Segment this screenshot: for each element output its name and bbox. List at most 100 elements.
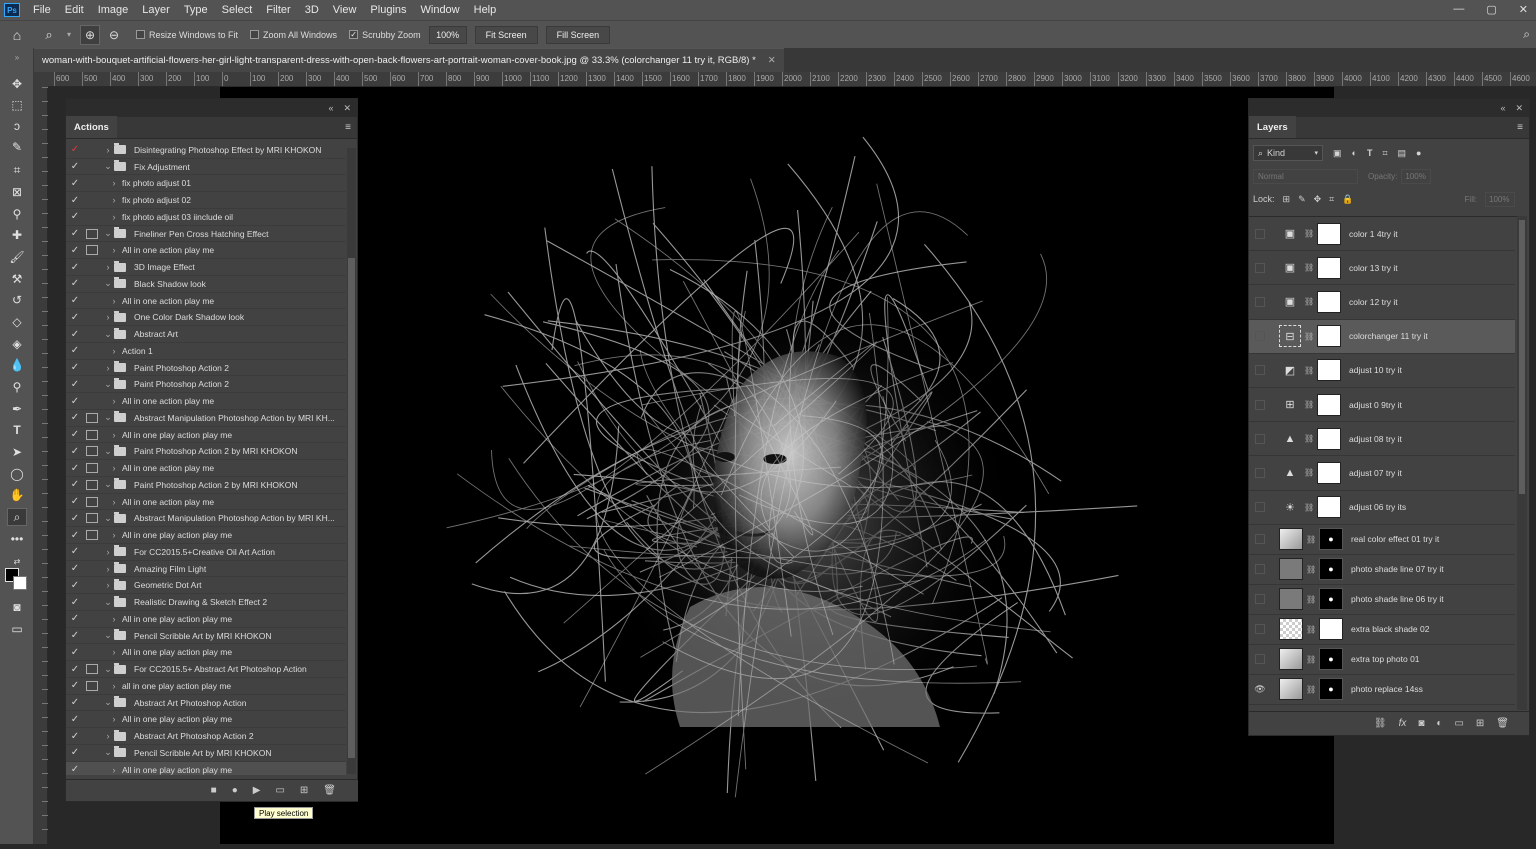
link-layers-icon[interactable]: ⛓ [1374, 718, 1387, 729]
lock-position-icon[interactable]: ✥ [1314, 194, 1322, 205]
more-tools-icon[interactable]: ••• [7, 530, 27, 548]
action-row[interactable]: ✓ › All in one action play me [66, 460, 346, 477]
mask-link-icon[interactable]: ⛓ [1304, 366, 1314, 375]
brightness-icon[interactable]: ☀ [1279, 496, 1301, 518]
action-toggle-check-icon[interactable]: ✓ [68, 714, 82, 725]
chevron-right-icon[interactable]: › [102, 262, 114, 272]
dialog-toggle-icon[interactable] [86, 479, 98, 490]
layer-mask-thumbnail[interactable] [1317, 359, 1341, 382]
new-action-icon[interactable]: ⊞ [300, 785, 308, 796]
action-set-row[interactable]: ✓ ⌄ Paint Photoshop Action 2 by MRI KHOKON [66, 444, 346, 461]
chevron-down-icon[interactable]: ⌄ [102, 747, 114, 758]
layer-mask-thumbnail[interactable] [1319, 618, 1343, 641]
menu-image[interactable]: Image [91, 4, 136, 16]
chevron-right-icon[interactable]: › [108, 346, 120, 356]
layer-name[interactable]: color 12 try it [1349, 297, 1398, 307]
layer-row[interactable]: ☀ ⛓ adjust 06 try its [1249, 491, 1515, 525]
chevron-down-icon[interactable]: ⌄ [102, 630, 114, 641]
action-set-row[interactable]: ✓ ⌄ Black Shadow look [66, 276, 346, 293]
action-toggle-check-icon[interactable]: ✓ [68, 379, 82, 390]
zoom-all-box[interactable] [250, 30, 260, 39]
dialog-toggle-icon[interactable] [86, 530, 98, 541]
zoom-all-checkbox[interactable]: Zoom All Windows [250, 30, 337, 40]
layer-name[interactable]: colorchanger 11 try it [1349, 331, 1428, 341]
action-toggle-check-icon[interactable]: ✓ [68, 446, 82, 457]
layers-close-icon[interactable]: ✕ [1515, 103, 1523, 114]
action-toggle-check-icon[interactable]: ✓ [68, 496, 82, 507]
quick-mask-icon[interactable]: ◙ [7, 598, 27, 616]
layer-name[interactable]: adjust 07 try it [1349, 468, 1402, 478]
action-toggle-check-icon[interactable]: ✓ [68, 312, 82, 323]
chevron-down-icon[interactable]: ⌄ [102, 161, 114, 172]
layer-name[interactable]: extra black shade 02 [1351, 624, 1429, 634]
new-adjustment-icon[interactable]: ◐ [1436, 718, 1442, 729]
action-set-row[interactable]: ✓ ⌄ Realistic Drawing & Sketch Effect 2 [66, 594, 346, 611]
action-row[interactable]: ✓ › fix photo adjust 01 [66, 176, 346, 193]
mask-link-icon[interactable]: ⛓ [1306, 595, 1316, 604]
dialog-toggle-icon[interactable] [86, 731, 98, 741]
action-toggle-check-icon[interactable]: ✓ [68, 245, 82, 256]
layer-name[interactable]: real color effect 01 try it [1351, 534, 1439, 544]
mask-link-icon[interactable]: ⛓ [1304, 400, 1314, 409]
layer-name[interactable]: photo replace 14ss [1351, 684, 1423, 694]
chevron-right-icon[interactable]: › [108, 430, 120, 440]
dialog-toggle-icon[interactable] [86, 145, 98, 155]
menu-file[interactable]: File [26, 4, 58, 16]
dialog-toggle-icon[interactable] [86, 631, 98, 641]
layer-mask-thumbnail[interactable] [1317, 325, 1341, 348]
action-toggle-check-icon[interactable]: ✓ [68, 412, 82, 423]
filter-pixel-icon[interactable]: ▣ [1333, 148, 1342, 159]
menu-filter[interactable]: Filter [259, 4, 297, 16]
layer-name[interactable]: photo shade line 06 try it [1351, 594, 1444, 604]
action-toggle-check-icon[interactable]: ✓ [68, 647, 82, 658]
lock-artboard-icon[interactable]: ⌗ [1329, 194, 1334, 205]
add-mask-icon[interactable]: ◙ [1418, 718, 1424, 729]
layer-mask-thumbnail[interactable]: ● [1319, 588, 1343, 611]
action-toggle-check-icon[interactable]: ✓ [68, 630, 82, 641]
layers-collapse-icon[interactable]: « [1500, 103, 1505, 113]
action-toggle-check-icon[interactable]: ✓ [68, 747, 82, 758]
frame-tool-icon[interactable]: ⊠ [7, 183, 27, 201]
layer-mask-thumbnail[interactable] [1317, 290, 1341, 313]
close-tab-icon[interactable]: ✕ [768, 55, 776, 66]
menu-help[interactable]: Help [467, 4, 504, 16]
dialog-toggle-icon[interactable] [86, 195, 98, 205]
dialog-toggle-icon[interactable] [86, 245, 98, 256]
layer-thumbnail[interactable] [1279, 678, 1303, 701]
mask-link-icon[interactable]: ⛓ [1306, 535, 1316, 544]
action-set-row[interactable]: ✓ › For CC2015.5+Creative Oil Art Action [66, 544, 346, 561]
resize-windows-checkbox[interactable]: Resize Windows to Fit [136, 30, 238, 40]
crop-tool-icon[interactable]: ⌗ [7, 161, 27, 179]
toolbar-collapse-icon[interactable]: » [7, 48, 27, 66]
action-set-row[interactable]: ✓ › Paint Photoshop Action 2 [66, 360, 346, 377]
dialog-toggle-icon[interactable] [86, 513, 98, 524]
dialog-toggle-icon[interactable] [86, 312, 98, 322]
fit-screen-button[interactable]: Fit Screen [474, 25, 538, 44]
action-row[interactable]: ✓ › All in one action play me [66, 293, 346, 310]
minimize-button[interactable]: — [1453, 3, 1464, 16]
mask-link-icon[interactable]: ⛓ [1304, 468, 1314, 477]
layer-mask-thumbnail[interactable] [1317, 256, 1341, 279]
layer-row[interactable]: ⊞ ⛓ adjust 0 9try it [1249, 388, 1515, 423]
zoom-in-icon[interactable]: ⊕ [80, 24, 100, 45]
fill-screen-button[interactable]: Fill Screen [545, 25, 611, 44]
chevron-down-icon[interactable]: ⌄ [102, 412, 114, 423]
chevron-down-icon[interactable]: ⌄ [102, 597, 114, 608]
mask-link-icon[interactable]: ⛓ [1304, 503, 1314, 512]
maximize-button[interactable]: ▢ [1486, 3, 1496, 16]
layer-mask-thumbnail[interactable]: ● [1319, 558, 1343, 581]
dialog-toggle-icon[interactable] [86, 647, 98, 657]
layer-mask-thumbnail[interactable]: ● [1319, 528, 1343, 551]
mask-link-icon[interactable]: ⛓ [1306, 655, 1316, 664]
horizontal-ruler[interactable]: 600 500 400 300 200 100 0 100 200 300 400 500 600 700… [48, 72, 1536, 87]
action-row[interactable]: ✓ › All in one play action play me [66, 427, 346, 444]
menu-3d[interactable]: 3D [298, 4, 326, 16]
action-toggle-check-icon[interactable]: ✓ [68, 580, 82, 591]
action-set-row[interactable]: ✓ ⌄ Abstract Manipulation Photoshop Action… [66, 511, 346, 528]
visibility-toggle[interactable] [1255, 594, 1265, 605]
move-tool-icon[interactable]: ✥ [7, 75, 27, 93]
chevron-down-icon[interactable]: ⌄ [102, 513, 114, 524]
menu-plugins[interactable]: Plugins [363, 4, 413, 16]
action-toggle-check-icon[interactable]: ✓ [68, 396, 82, 407]
lasso-tool-icon[interactable]: ↄ [7, 117, 27, 135]
